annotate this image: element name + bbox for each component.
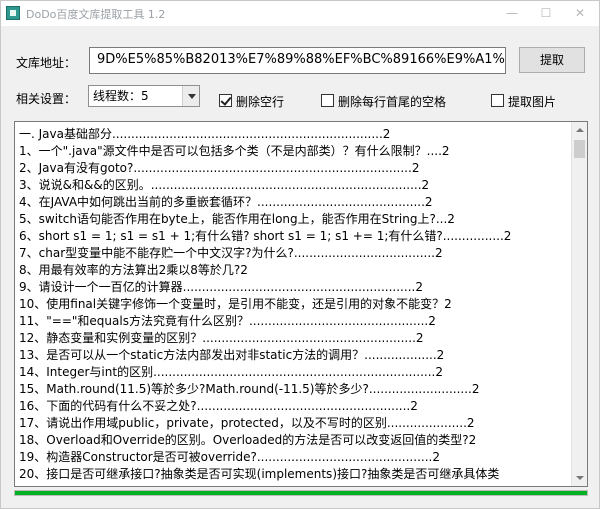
content-line: 一. Java基础部分.............................… (19, 127, 391, 141)
content-line: 8、用最有效率的方法算出2乘以8等於几?2 (19, 263, 248, 277)
trim-spaces-checkbox[interactable] (321, 94, 334, 107)
url-label: 文库地址： (16, 56, 77, 70)
content-line: 12、静态变量和实例变量的区别？........................… (19, 331, 424, 345)
content-line: 6、short s1 = 1; s1 = s1 + 1;有什么错? short … (19, 229, 512, 243)
scrollbar-thumb[interactable] (574, 140, 585, 158)
scroll-down-icon[interactable] (572, 470, 587, 486)
progress-fill (15, 491, 587, 495)
progress-bar (14, 490, 588, 496)
remove-empty-lines-checkbox[interactable] (219, 94, 232, 107)
thread-count-value: 线程数：5 (93, 89, 149, 103)
content-line: 13、是否可以从一个static方法内部发出对非static方法的调用？....… (19, 348, 445, 362)
content-line: 20、接口是否可继承接口?抽象类是否可实现(implements)接口?抽象类是… (19, 467, 500, 481)
content-line: 4、在JAVA中如何跳出当前的多重嵌套循环？..................… (19, 195, 433, 209)
content-line: 1、一个".java"源文件中是否可以包括多个类（不是内部类）？有什么限制？..… (19, 144, 450, 158)
maximize-icon[interactable]: ☐ (529, 1, 563, 26)
content-line: 3、说说&和&&的区别。............................… (19, 178, 430, 192)
content-line: 16、下面的代码有什么不妥之处?........................… (19, 399, 418, 413)
content-textarea[interactable]: 一. Java基础部分.............................… (14, 121, 588, 487)
content-line: 5、switch语句能否作用在byte上，能否作用在long上，能否作用在Str… (19, 212, 455, 226)
thread-count-select[interactable]: 线程数：5 (88, 85, 200, 107)
content-line: 10、使用final关键字修饰一个变量时，是引用不能变，还是引用的对象不能变？2 (19, 297, 452, 311)
trim-spaces-label[interactable]: 删除每行首尾的空格 (338, 93, 446, 110)
app-window: DoDo百度文库提取工具 1.2 — ☐ ✕ 文库地址： 9D%E5%85%B8… (0, 0, 600, 509)
content-line: 19、构造器Constructor是否可被override?..........… (19, 450, 440, 464)
content-line: 7、char型变量中能不能存贮一个中文汉字?为什么?..............… (19, 246, 443, 260)
url-input[interactable]: 9D%E5%85%B82013%E7%89%88%EF%BC%89166%E9%… (89, 47, 506, 74)
content-line: 2、Java有没有goto?..........................… (19, 161, 420, 175)
content-line: 15、Math.round(11.5)等於多少?Math.round(-11.5… (19, 382, 480, 396)
vertical-scrollbar[interactable] (571, 122, 587, 486)
settings-label: 相关设置： (16, 92, 77, 106)
app-logo-icon (6, 6, 20, 20)
minimize-icon[interactable]: — (495, 1, 529, 26)
scroll-up-icon[interactable] (572, 122, 587, 138)
close-icon[interactable]: ✕ (563, 1, 597, 26)
content-line: 17、请说出作用域public，private，protected，以及不写时的… (19, 416, 475, 430)
extract-images-label[interactable]: 提取图片 (508, 93, 556, 110)
content-line: 9、请设计一个一百亿的计算器..........................… (19, 280, 423, 294)
chevron-down-icon[interactable] (182, 86, 199, 106)
window-title: DoDo百度文库提取工具 1.2 (26, 8, 166, 21)
content-line: 11、"=="和equals方法究竟有什么区别？................… (19, 314, 436, 328)
content-line: 18、Overload和Override的区别。Overloaded的方法是否可… (19, 433, 477, 447)
fetch-button[interactable]: 提取 (519, 47, 585, 73)
remove-empty-lines-label[interactable]: 删除空行 (236, 93, 284, 110)
title-bar[interactable]: DoDo百度文库提取工具 1.2 — ☐ ✕ (1, 1, 599, 26)
extract-images-checkbox[interactable] (491, 94, 504, 107)
content-line: 14、Integer与int的区别.......................… (19, 365, 443, 379)
